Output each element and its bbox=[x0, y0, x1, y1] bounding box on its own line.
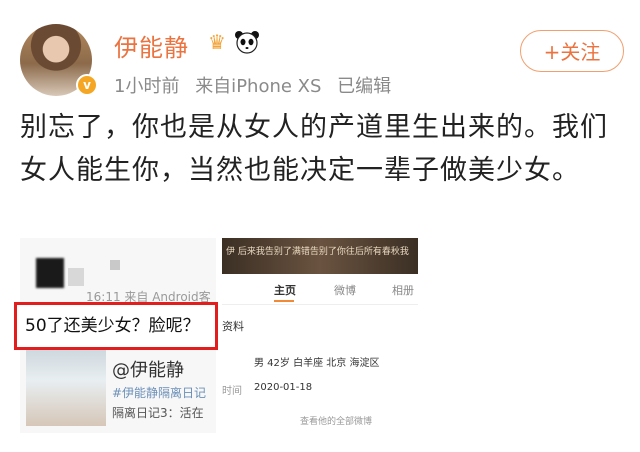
sub-line-text: 隔离日记3：活在 bbox=[112, 406, 204, 420]
date-value: 2020-01-18 bbox=[254, 382, 313, 393]
follow-button[interactable]: +关注 bbox=[520, 30, 624, 72]
tab-album[interactable]: 相册 bbox=[392, 282, 414, 298]
all-posts-link[interactable]: 查看他的全部微博 bbox=[300, 414, 372, 427]
cut-off-text bbox=[20, 436, 624, 452]
highlighted-comment: 50了还美少女？脸呢？ bbox=[14, 302, 218, 350]
embedded-screenshot-right[interactable]: 伊 后来我告别了满错告别了你往后所有春秋我 主页 微博 相册 资料 男 42岁 … bbox=[222, 238, 418, 433]
date-label: 时间 bbox=[222, 386, 242, 397]
post-thumbnail bbox=[26, 350, 106, 426]
blurred-avatar bbox=[36, 258, 64, 288]
username[interactable]: 伊能静 bbox=[114, 28, 189, 63]
active-tab-indicator bbox=[274, 300, 294, 302]
blurred-block bbox=[110, 260, 120, 270]
panda-icon bbox=[234, 30, 260, 54]
profile-info: 男 42岁 白羊座 北京 海淀区 bbox=[254, 358, 380, 369]
hashtag-text: #伊能静隔离日记 bbox=[112, 386, 207, 400]
post-meta: 1小时前 来自iPhone XS 已编辑 bbox=[114, 72, 401, 98]
tab-home[interactable]: 主页 bbox=[274, 282, 296, 298]
post-source: 来自iPhone XS bbox=[195, 76, 322, 97]
blurred-block bbox=[68, 268, 84, 286]
verified-badge-icon: v bbox=[76, 74, 98, 96]
profile-heading: 资料 bbox=[222, 320, 244, 333]
tab-weibo[interactable]: 微博 bbox=[334, 282, 356, 298]
cover-text: 伊 后来我告别了满错告别了你往后所有春秋我 bbox=[226, 247, 409, 257]
mention-text: @伊能静 bbox=[112, 360, 184, 381]
post-text: 别忘了，你也是从女人的产道里生出来的。我们女人能生你，当然也能决定一辈子做美少女… bbox=[20, 112, 608, 186]
profile-tabs: 主页 微博 相册 bbox=[222, 274, 418, 305]
post-edited[interactable]: 已编辑 bbox=[337, 76, 391, 97]
crown-icon: ♛ bbox=[208, 30, 226, 54]
post-time: 1小时前 bbox=[114, 76, 180, 97]
